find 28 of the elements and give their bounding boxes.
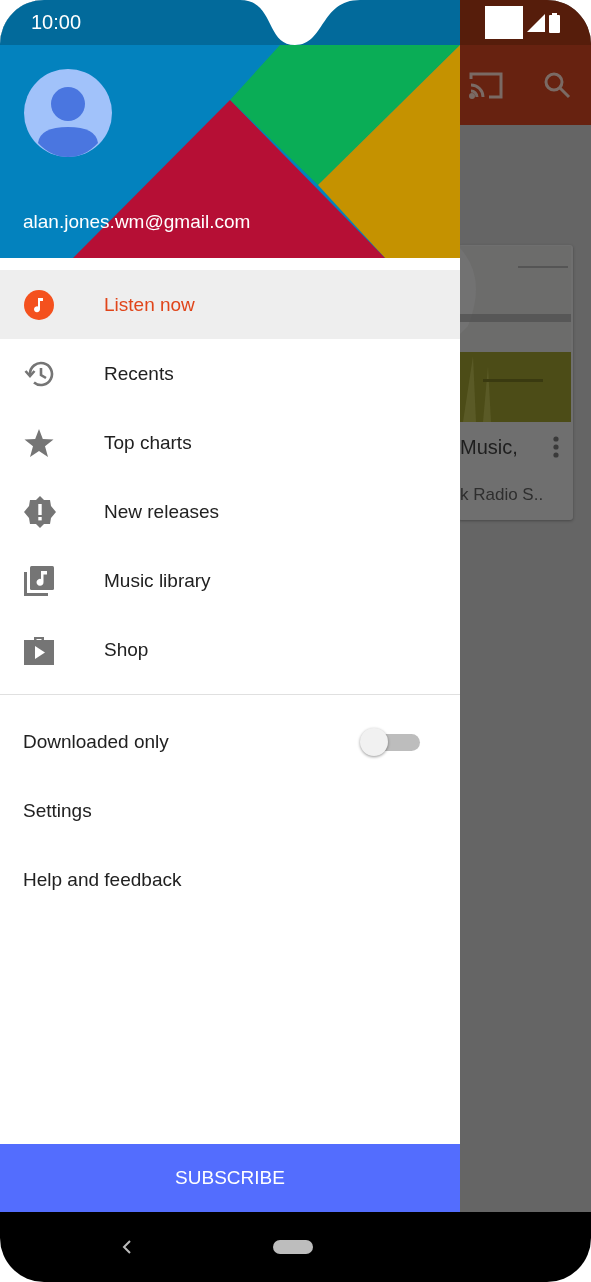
alert-badge-icon — [24, 495, 56, 528]
album-title: Music, — [460, 436, 518, 459]
music-note-icon — [24, 289, 54, 320]
signal-icon — [527, 13, 545, 32]
more-icon[interactable] — [553, 436, 559, 458]
battery-icon — [549, 12, 560, 33]
menu-link[interactable]: Help and feedback — [23, 868, 182, 891]
home-button[interactable] — [273, 1240, 313, 1254]
back-icon[interactable] — [122, 1239, 132, 1255]
avatar-icon[interactable] — [23, 68, 113, 158]
status-time: 10:00 — [31, 11, 82, 34]
album-subtitle: k Radio S.. — [459, 485, 545, 505]
menu-link[interactable]: Settings — [23, 799, 92, 822]
nav-item[interactable]: Recents — [0, 339, 460, 408]
search-icon[interactable] — [543, 71, 571, 99]
cast-icon[interactable] — [469, 71, 503, 99]
nav-item[interactable]: New releases — [0, 477, 460, 546]
nav-item[interactable]: Top charts — [0, 408, 460, 477]
nav-item[interactable]: Listen now — [0, 270, 460, 339]
star-icon — [24, 428, 54, 457]
nav-item[interactable]: Music library — [0, 546, 460, 615]
nav-item[interactable]: Shop — [0, 615, 460, 684]
setting-label: Downloaded only — [23, 730, 169, 753]
subscribe-button[interactable]: SUBSCRIBE — [0, 1144, 460, 1212]
shopping-bag-icon — [24, 634, 54, 665]
toggle-switch[interactable] — [360, 726, 422, 757]
music-library-icon — [24, 565, 54, 596]
history-icon — [24, 359, 56, 388]
